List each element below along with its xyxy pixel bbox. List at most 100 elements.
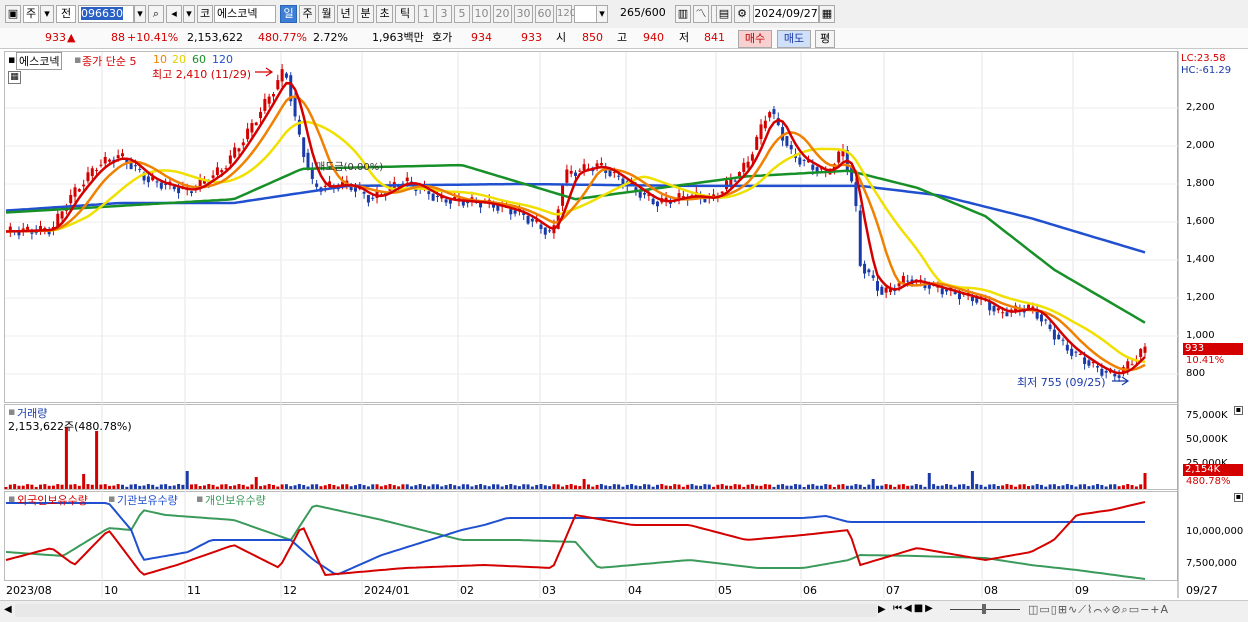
volume-bar	[366, 486, 370, 489]
scroll-right-icon[interactable]: ▶	[878, 604, 886, 615]
candle-body	[785, 136, 789, 146]
volume-bar	[410, 486, 414, 489]
volume-bar	[254, 477, 258, 489]
holdings-close-icon[interactable]: ▪	[1234, 493, 1243, 502]
y-tick: 1,000	[1186, 330, 1215, 341]
candle-body	[1074, 351, 1078, 353]
volume-bar	[276, 486, 280, 489]
holdings-dot-icon: ▪	[108, 492, 116, 505]
volume-bar	[155, 486, 159, 489]
candle-body	[69, 195, 73, 204]
volume-bar	[479, 484, 483, 489]
x-tick: 11	[187, 584, 201, 597]
candle-body	[543, 227, 547, 235]
navigation-icons[interactable]: ⏮◀■▶	[893, 603, 935, 614]
volume-bar	[34, 486, 38, 489]
volume-bar	[302, 484, 306, 489]
table-icon[interactable]: ▦	[8, 71, 21, 84]
volume-bar	[1134, 486, 1138, 489]
candle-body	[720, 191, 724, 194]
ma5-line	[5, 81, 1146, 375]
institution-holdings-line	[6, 502, 1145, 576]
stock-tab[interactable]: 에스코넥	[16, 52, 63, 70]
candle-body	[876, 281, 880, 291]
x-tick: 03	[542, 584, 556, 597]
candle-body	[1027, 304, 1031, 309]
volume-bar	[483, 485, 487, 489]
volume-bar	[919, 484, 923, 489]
scroll-left-icon[interactable]: ◀	[4, 604, 12, 615]
candle-body	[250, 123, 254, 133]
volume-bar	[129, 484, 133, 489]
y-tick: 1,200	[1186, 292, 1215, 303]
candle-body	[371, 197, 375, 199]
volume-bar	[936, 485, 940, 489]
volume-bar	[763, 484, 767, 489]
volume-bar	[461, 484, 465, 489]
volume-bar	[133, 484, 137, 489]
candle-body	[1070, 348, 1074, 356]
volume-bar	[789, 485, 793, 489]
volume-bar	[73, 484, 77, 489]
candle-body	[60, 211, 64, 219]
volume-bar	[1074, 486, 1078, 489]
volume-bar	[591, 486, 595, 489]
candle-body	[1044, 319, 1048, 321]
volume-bar	[448, 484, 452, 489]
candle-body	[306, 152, 310, 170]
volume-bar	[4, 487, 8, 489]
x-tick: 12	[283, 584, 297, 597]
volume-bar	[970, 471, 974, 489]
bottom-scrollbar[interactable]: ◀ ▶ ⏮◀■▶ ◫▭▯⊞∿⟋⌇⌒⟡⊘⌕▭−+A	[0, 600, 1248, 622]
candle-body	[574, 172, 577, 176]
candle-body	[1126, 361, 1130, 370]
settings-dot-icon[interactable]: ▪	[8, 53, 15, 66]
volume-bar	[504, 485, 508, 489]
foreign-holdings-line	[5, 501, 1146, 577]
candle-body	[159, 182, 163, 189]
volume-bar	[604, 485, 608, 489]
scroll-track[interactable]	[15, 604, 877, 617]
volume-y-tick: 75,000K	[1186, 410, 1228, 421]
candle-body	[1031, 306, 1035, 308]
foreign-legend: 외국인보유수량	[17, 494, 88, 507]
candle-body	[405, 177, 409, 182]
candle-body	[1083, 357, 1087, 364]
candle-body	[798, 157, 802, 165]
candle-body	[539, 224, 543, 229]
holdings-dot-icon: ▪	[8, 492, 16, 505]
volume-bar	[932, 484, 936, 489]
y-tick: 1,600	[1186, 216, 1215, 227]
candle-body	[733, 180, 737, 182]
volume-bar	[198, 485, 202, 489]
volume-bar	[1035, 484, 1039, 489]
volume-bar	[1057, 486, 1061, 489]
volume-bar	[358, 484, 362, 489]
candle-body	[90, 168, 94, 176]
volume-bar	[77, 485, 81, 489]
candle-body	[146, 176, 150, 183]
volume-bar	[746, 484, 750, 489]
volume-bar	[1061, 485, 1065, 489]
volume-bar	[1117, 486, 1121, 489]
volume-bar	[897, 484, 901, 489]
volume-bar	[863, 486, 867, 489]
candle-body	[608, 169, 612, 177]
volume-bar	[1070, 484, 1074, 489]
zoom-slider-handle[interactable]	[982, 604, 986, 614]
candle-body	[617, 175, 621, 177]
candle-body	[595, 163, 599, 167]
candle-body	[315, 183, 319, 187]
holdings-y-tick: 7,500,000	[1186, 558, 1237, 569]
candle-body	[448, 199, 452, 204]
drawing-tools-icons[interactable]: ◫▭▯⊞∿⟋⌇⌒⟡⊘⌕▭−+A	[1028, 603, 1169, 617]
candle-body	[582, 164, 586, 171]
volume-bar	[86, 484, 90, 489]
volume-bar	[250, 484, 254, 489]
volume-bar	[51, 485, 55, 489]
candle-body	[975, 298, 979, 303]
volume-bar	[957, 484, 961, 489]
volume-close-icon[interactable]: ▪	[1234, 406, 1243, 415]
candle-body	[284, 73, 288, 78]
volume-bar	[1121, 485, 1125, 489]
